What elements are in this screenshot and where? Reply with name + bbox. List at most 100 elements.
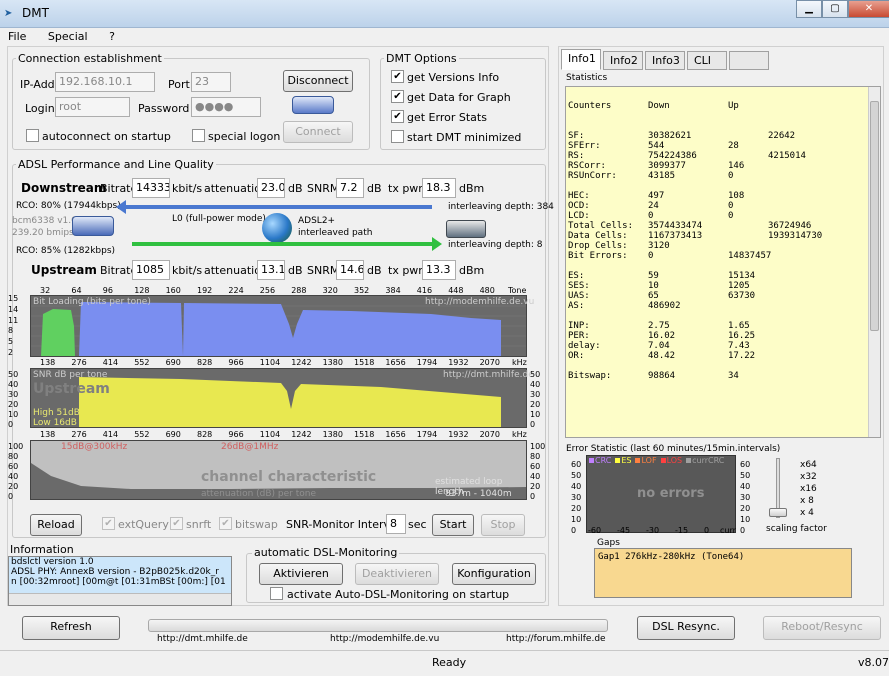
- ds-txpwr-field: 18.3: [422, 178, 456, 198]
- snr-title: SNR dB per tone: [33, 370, 108, 380]
- stats-cell: 63730: [728, 291, 756, 301]
- stats-cell: LCD:: [568, 211, 590, 221]
- port-label: Port: [168, 78, 190, 91]
- disconnect-button[interactable]: Disconnect: [283, 70, 353, 92]
- auto-startup-checkbox[interactable]: [270, 587, 283, 600]
- tone-tick: 416: [416, 286, 433, 295]
- stats-cell: 43185: [648, 171, 676, 181]
- gaps-text: Gap1 276kHz-280kHz (Tone64): [598, 552, 745, 562]
- opt-errors-checkbox[interactable]: ✔: [391, 110, 404, 123]
- khz-tick: 1932: [448, 358, 469, 367]
- snrft-checkbox[interactable]: ✔: [170, 517, 183, 530]
- stats-cell: 4215014: [768, 151, 806, 161]
- snr-ytick-right: 40: [530, 380, 541, 389]
- deaktivieren-button[interactable]: Deaktivieren: [355, 563, 439, 585]
- us-snrm-label: SNRM: [307, 264, 340, 277]
- tab-info2[interactable]: Info2: [603, 51, 643, 70]
- snr-ytick: 10: [8, 410, 19, 419]
- opt-minimized-label: start DMT minimized: [407, 131, 522, 144]
- gaps-box[interactable]: Gap1 276kHz-280kHz (Tone64): [594, 548, 852, 598]
- refresh-button[interactable]: Refresh: [22, 616, 120, 640]
- connect-button[interactable]: Connect: [283, 121, 353, 143]
- aktivieren-button[interactable]: Aktivieren: [259, 563, 343, 585]
- port-field[interactable]: 23: [191, 72, 231, 92]
- statistics-box[interactable]: Counters Down Up SF: 30382621 22642 SFErr: 5…: [565, 86, 881, 438]
- menu-file[interactable]: File: [8, 30, 26, 43]
- snr-interval-field[interactable]: 8: [386, 514, 406, 534]
- menu-help[interactable]: ?: [109, 30, 115, 43]
- ds-txpwr-label: tx pwr: [388, 182, 423, 195]
- konfiguration-button[interactable]: Konfiguration: [452, 563, 536, 585]
- khz-tick: 276: [71, 358, 87, 367]
- url-bar: [148, 619, 608, 632]
- tab-info3[interactable]: Info3: [645, 51, 685, 70]
- start-button[interactable]: Start: [432, 514, 474, 536]
- menu-special[interactable]: Special: [48, 30, 88, 43]
- khz-tick: 1518: [354, 430, 375, 439]
- channel-ytick: 40: [8, 472, 19, 481]
- bitswap-checkbox[interactable]: ✔: [219, 517, 232, 530]
- info-line: ADSL PHY: AnnexB version - B2pB025k.d20k…: [11, 567, 219, 577]
- login-field[interactable]: root: [55, 97, 130, 117]
- scaling-slider-thumb[interactable]: [769, 508, 787, 517]
- channel-a2: 26dB@1MHz: [221, 442, 279, 452]
- minimize-button[interactable]: ▁: [796, 0, 822, 18]
- us-att-unit: dB: [288, 264, 303, 277]
- info-box[interactable]: bdslctl version 1.0 ADSL PHY: AnnexB ver…: [8, 556, 232, 606]
- info-hscrollbar[interactable]: [9, 593, 231, 605]
- snr-ytick: 40: [8, 380, 19, 389]
- errstat-ytick: 40: [571, 482, 582, 491]
- tab-cli[interactable]: CLI: [687, 51, 727, 70]
- tab-info1[interactable]: Info1: [561, 49, 601, 70]
- stats-cell: 1167373413: [648, 231, 703, 241]
- stats-cell: 146: [728, 161, 745, 171]
- url-link-2[interactable]: http://modemhilfe.de.vu: [330, 634, 439, 644]
- channel-ytick-right: 20: [530, 482, 541, 491]
- close-button[interactable]: ✕: [848, 0, 889, 18]
- errstat-legend-label: ES: [621, 456, 632, 465]
- password-field[interactable]: ●●●●: [191, 97, 261, 117]
- chip-label: bcm6338 v1.0: [12, 216, 77, 226]
- channel-ytick: 20: [8, 482, 19, 491]
- errstat-ytick-right: 60: [740, 460, 751, 469]
- tone-tick: 128: [134, 286, 150, 295]
- khz-tick: 1242: [291, 430, 312, 439]
- url-link-3[interactable]: http://forum.mhilfe.de: [506, 634, 606, 644]
- downstream-arrow: [124, 205, 432, 209]
- tab-empty[interactable]: [729, 51, 769, 70]
- channel-ytick: 0: [8, 492, 14, 501]
- extquery-label: extQuery: [118, 518, 169, 531]
- opt-minimized-checkbox[interactable]: [391, 130, 404, 143]
- extquery-checkbox[interactable]: ✔: [102, 517, 115, 530]
- opt-graph-checkbox[interactable]: ✔: [391, 90, 404, 103]
- upstream-arrowhead: [432, 237, 442, 251]
- stats-cell: RSCorr:: [568, 161, 606, 171]
- dsl-resync-button[interactable]: DSL Resync.: [637, 616, 735, 640]
- errstat-xtick: -60: [588, 526, 602, 535]
- special-logon-checkbox[interactable]: [192, 129, 205, 142]
- scaling-option: x16: [800, 484, 817, 494]
- password-label: Password: [138, 102, 190, 115]
- channel-ytick-right: 40: [530, 472, 541, 481]
- ip-field[interactable]: 192.168.10.1: [55, 72, 155, 92]
- stats-cell: 59: [648, 271, 659, 281]
- stats-scroll-thumb[interactable]: [870, 101, 879, 331]
- autoconnect-checkbox[interactable]: [26, 129, 39, 142]
- bitload-ytick: 8: [8, 326, 14, 336]
- path-label: interleaved path: [298, 228, 373, 238]
- ds-snrm-unit: dB: [367, 182, 382, 195]
- khz-tick: 1104: [259, 430, 281, 439]
- maximize-button[interactable]: ▢: [822, 0, 848, 18]
- reload-button[interactable]: Reload: [30, 514, 82, 536]
- stop-button[interactable]: Stop: [481, 514, 525, 536]
- gaps-title: Gaps: [597, 538, 620, 548]
- reboot-resync-button[interactable]: Reboot/Resync: [763, 616, 881, 640]
- ds-snrm-label: SNRM: [307, 182, 340, 195]
- stats-cell: 16.25: [728, 331, 756, 341]
- opt-versions-checkbox[interactable]: ✔: [391, 70, 404, 83]
- stats-scrollbar[interactable]: [868, 87, 880, 437]
- url-link-1[interactable]: http://dmt.mhilfe.de: [157, 634, 248, 644]
- errstat-ytick: 30: [571, 493, 582, 502]
- stats-cell: 1205: [728, 281, 750, 291]
- channel-ytick: 100: [8, 442, 24, 451]
